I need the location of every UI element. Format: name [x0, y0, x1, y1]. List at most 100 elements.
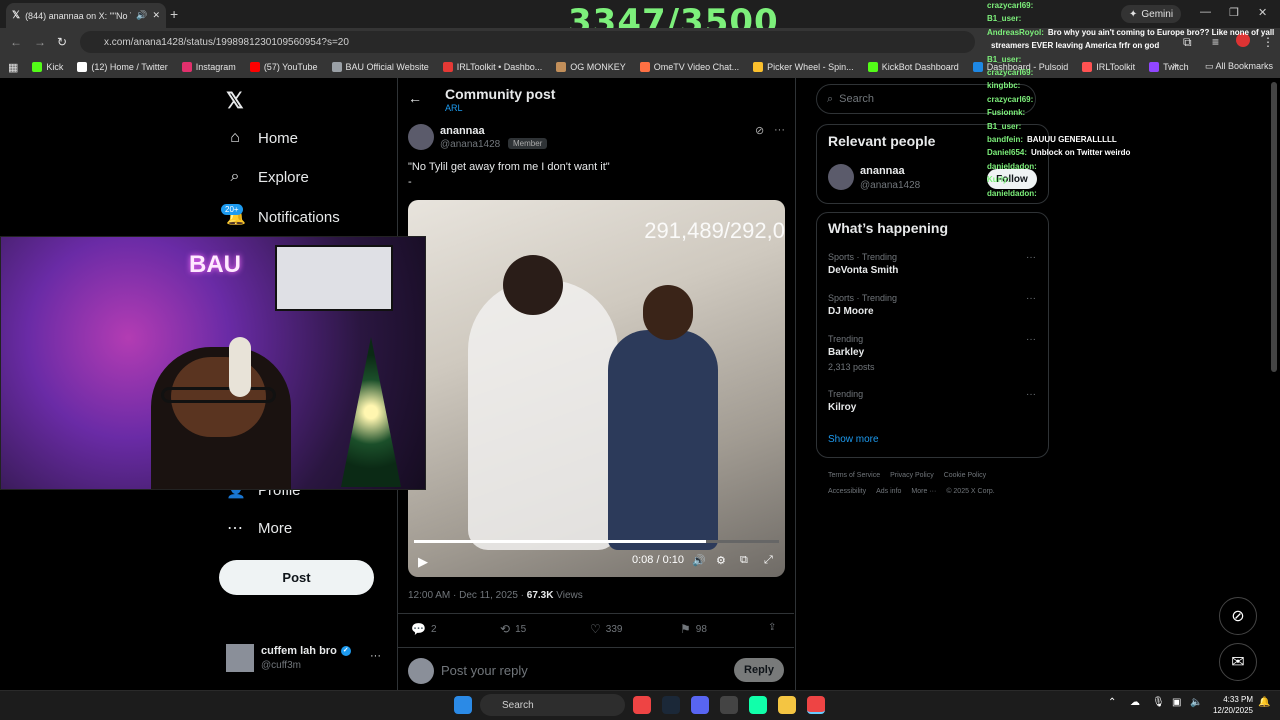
- nav-more[interactable]: ⋯ More: [226, 518, 292, 538]
- relevant-avatar[interactable]: [828, 164, 854, 190]
- author-avatar[interactable]: [408, 124, 434, 150]
- reply-button[interactable]: Reply: [734, 658, 784, 682]
- trend-name[interactable]: DeVonta Smith: [828, 265, 898, 276]
- reply-input[interactable]: Post your reply: [441, 663, 528, 678]
- tray-overflow-icon[interactable]: ⌃: [1108, 697, 1116, 708]
- play-icon[interactable]: ▶: [418, 554, 428, 570]
- start-windows-icon[interactable]: [454, 696, 472, 714]
- bookmark-label: Instagram: [195, 62, 236, 72]
- footer-link[interactable]: Cookie Policy: [944, 472, 986, 479]
- account-menu-icon[interactable]: ···: [370, 650, 381, 662]
- trend-menu-icon[interactable]: ···: [1026, 389, 1036, 400]
- all-bookmarks-button[interactable]: ▭ All Bookmarks: [1205, 61, 1273, 72]
- footer-link[interactable]: Ads info: [876, 488, 901, 495]
- discord-taskbar-icon[interactable]: [691, 696, 709, 714]
- relevant-name[interactable]: anannaa: [860, 165, 905, 177]
- x-logo-icon[interactable]: 𝕏: [226, 88, 244, 114]
- window-close-icon[interactable]: ✕: [1258, 6, 1267, 19]
- post-menu-icon[interactable]: ···: [774, 124, 785, 136]
- nav-notifications[interactable]: 🔔 Notifications: [226, 207, 340, 227]
- bookmark-item[interactable]: Picker Wheel - Spin...: [753, 62, 854, 72]
- bookmark-item[interactable]: BAU Official Website: [331, 62, 429, 72]
- author-name[interactable]: anannaa: [440, 125, 485, 137]
- nav-explore[interactable]: ⌕ Explore: [226, 168, 309, 186]
- trend-menu-icon[interactable]: ···: [1026, 252, 1036, 263]
- network-icon[interactable]: ▣: [1172, 697, 1181, 708]
- chrome-active-taskbar-icon[interactable]: [807, 696, 825, 714]
- app2-taskbar-icon[interactable]: [749, 696, 767, 714]
- account-name-row[interactable]: cuffem lah bro ✓: [261, 645, 351, 657]
- notification-bell-icon[interactable]: 🔔: [1258, 697, 1270, 708]
- footer-link[interactable]: Terms of Service: [828, 472, 880, 479]
- reply-action[interactable]: 💬 2: [411, 622, 437, 636]
- search-placeholder: Search: [839, 93, 875, 105]
- bookmarks-overflow-icon[interactable]: »: [1172, 60, 1178, 71]
- volume-icon[interactable]: 🔊: [692, 554, 706, 567]
- author-handle[interactable]: @anana1428: [440, 139, 500, 150]
- video-player[interactable]: 291,489/292,0 ▶ 0:08 / 0:10 🔊 ⚙ ⧉ ⤢: [408, 200, 785, 577]
- share-icon[interactable]: ⇪: [768, 622, 776, 633]
- grok-fab-icon[interactable]: ⊘: [1219, 597, 1257, 635]
- bookmark-item[interactable]: Kick: [32, 62, 63, 72]
- community-link[interactable]: ARL: [445, 103, 463, 113]
- bookmark-item[interactable]: IRLToolkit: [1082, 62, 1135, 72]
- trend-name[interactable]: Kilroy: [828, 402, 856, 413]
- nav-home[interactable]: ⌂ Home: [226, 129, 298, 147]
- gemini-button[interactable]: ✦ Gemini: [1121, 5, 1182, 23]
- trend-menu-icon[interactable]: ···: [1026, 334, 1036, 345]
- post-button[interactable]: Post: [219, 560, 374, 595]
- speaker-icon[interactable]: 🔈: [1190, 697, 1202, 708]
- menu-kebab-icon[interactable]: ⋮: [1262, 35, 1274, 49]
- forward-icon[interactable]: →: [34, 35, 46, 49]
- cloud-icon[interactable]: ☁: [1130, 697, 1140, 708]
- footer-link[interactable]: Privacy Policy: [890, 472, 934, 479]
- tab-close-icon[interactable]: ✕: [152, 10, 160, 21]
- show-more-link[interactable]: Show more: [828, 434, 879, 445]
- trend-name[interactable]: DJ Moore: [828, 306, 874, 317]
- chrome-taskbar-icon[interactable]: [633, 696, 651, 714]
- like-action[interactable]: ♡ 339: [590, 622, 622, 636]
- mic-icon[interactable]: 🎙: [1152, 697, 1165, 708]
- restore-icon[interactable]: ❐: [1229, 6, 1239, 19]
- fullscreen-icon[interactable]: ⤢: [764, 554, 773, 567]
- messages-fab-icon[interactable]: ✉: [1219, 643, 1257, 681]
- media-icon[interactable]: ≡: [1212, 35, 1219, 49]
- account-avatar[interactable]: [226, 644, 254, 672]
- bookmark-item[interactable]: Instagram: [181, 62, 236, 72]
- explorer-taskbar-icon[interactable]: [778, 696, 796, 714]
- back-icon[interactable]: ←: [10, 35, 22, 49]
- bookmark-item[interactable]: KickBot Dashboard: [867, 62, 959, 72]
- extensions-icon[interactable]: ⧉: [1183, 35, 1192, 50]
- page-scrollbar[interactable]: [1271, 82, 1277, 372]
- browser-tab[interactable]: 𝕏 (844) anannaa on X: ""No T 🔊 ✕: [6, 3, 166, 28]
- back-arrow-icon[interactable]: ←: [408, 90, 422, 106]
- bookmark-item[interactable]: OG MONKEY: [556, 62, 626, 72]
- footer-link[interactable]: © 2025 X Corp.: [946, 488, 994, 495]
- steam-taskbar-icon[interactable]: [662, 696, 680, 714]
- bookmark-item[interactable]: (57) YouTube: [249, 62, 318, 72]
- video-progress-track[interactable]: [414, 540, 779, 543]
- pip-icon[interactable]: ⧉: [740, 554, 748, 567]
- taskbar-clock[interactable]: 4:33 PM 12/20/2025: [1205, 694, 1253, 716]
- minimize-icon[interactable]: —: [1200, 6, 1211, 18]
- trend-name[interactable]: Barkley: [828, 347, 864, 358]
- bookmark-item[interactable]: (12) Home / Twitter: [77, 62, 168, 72]
- bookmark-action[interactable]: ⚑ 98: [680, 622, 707, 636]
- bookmark-item[interactable]: Twitch: [1149, 62, 1189, 72]
- audio-icon[interactable]: 🔊: [136, 10, 147, 21]
- apps-grid-icon[interactable]: ▦: [8, 61, 18, 74]
- reload-icon[interactable]: ↻: [57, 35, 67, 49]
- chat-message: B1_user:: [987, 14, 1025, 23]
- bookmark-item[interactable]: IRLToolkit • Dashbo...: [442, 62, 542, 72]
- bookmark-item[interactable]: OmeTV Video Chat...: [639, 62, 739, 72]
- grok-icon[interactable]: ⊘: [755, 124, 764, 137]
- footer-link[interactable]: Accessibility: [828, 488, 866, 495]
- footer-link[interactable]: More ···: [911, 488, 936, 495]
- app-taskbar-icon[interactable]: [720, 696, 738, 714]
- new-tab-icon[interactable]: +: [170, 6, 178, 22]
- repost-action[interactable]: ⟲ 15: [500, 622, 526, 636]
- settings-gear-icon[interactable]: ⚙: [716, 554, 726, 567]
- trend-menu-icon[interactable]: ···: [1026, 293, 1036, 304]
- address-bar[interactable]: x.com/anana1428/status/19989812301095609…: [80, 31, 975, 53]
- taskbar-search[interactable]: Search: [480, 694, 625, 716]
